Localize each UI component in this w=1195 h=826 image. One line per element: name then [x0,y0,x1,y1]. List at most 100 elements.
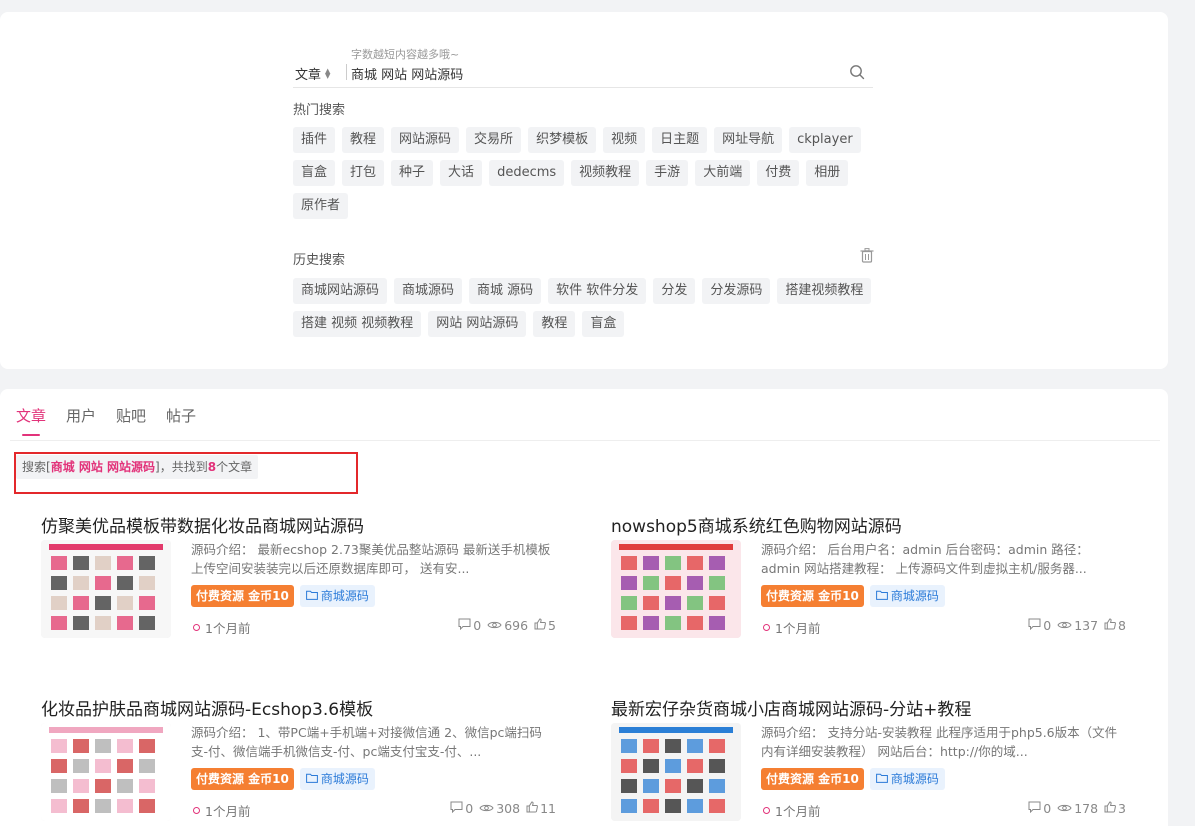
comments-stat: 0 [1028,618,1051,633]
post-card[interactable]: nowshop5商城系统红色购物网站源码源码介绍： 后台用户名：admin 后台… [611,512,1131,662]
time-dot-icon [193,624,200,631]
post-card[interactable]: 最新宏仔杂货商城小店商城网站源码-分站+教程 源码介绍： 支持分站-安装教程 此程… [611,695,1131,826]
history-tag[interactable]: 分发 [653,278,696,304]
hot-tag[interactable]: ckplayer [789,127,861,153]
hot-tag[interactable]: 手游 [646,160,689,186]
hot-tag[interactable]: dedecms [489,160,565,186]
post-excerpt: 源码介绍： 后台用户名：admin 后台密码：admin 路径：admin 网站… [761,542,1089,576]
likes-stat: 3 [1104,801,1126,816]
tab-3[interactable]: 帖子 [166,405,196,436]
comment-icon [1028,618,1041,633]
tab-1[interactable]: 用户 [66,405,96,436]
divider [346,64,347,80]
history-tag[interactable]: 分发源码 [702,278,771,304]
views-stat: 696 [487,618,528,633]
hot-tag[interactable]: 付费 [757,160,800,186]
paid-badge: 付费资源 金币10 [191,585,294,607]
hot-tag[interactable]: 交易所 [466,127,522,153]
thumbs-up-icon [534,618,546,633]
history-search-title: 历史搜索 [293,253,346,268]
post-excerpt: 源码介绍： 最新ecshop 2.73聚美优品整站源码 最新送手机模板 上传空间… [191,542,551,576]
hot-tag[interactable]: 织梦模板 [528,127,597,153]
category-badge[interactable]: 商城源码 [299,768,375,790]
likes-stat: 11 [526,801,556,816]
likes-count: 8 [1118,618,1126,633]
category-label: 商城源码 [890,589,939,603]
hot-tag[interactable]: 视频教程 [571,160,640,186]
hot-tag[interactable]: 打包 [342,160,385,186]
post-thumbnail[interactable] [41,540,171,638]
post-card[interactable]: 仿聚美优品模板带数据化妆品商城网站源码源码介绍： 最新ecshop 2.73聚美… [41,512,561,662]
history-tag[interactable]: 软件 软件分发 [548,278,647,304]
category-badge[interactable]: 商城源码 [869,768,945,790]
hot-tag[interactable]: 盲盒 [293,160,336,186]
paid-badge: 付费资源 金币10 [761,768,864,790]
post-time: 1个月前 [763,618,820,637]
history-tag[interactable]: 商城 源码 [469,278,542,304]
hot-tag[interactable]: 原作者 [293,193,349,219]
hot-tag[interactable]: 相册 [806,160,849,186]
hot-tag[interactable]: 网址导航 [714,127,783,153]
folder-icon [875,585,888,607]
post-thumbnail[interactable] [611,723,741,821]
thumbs-up-icon [1104,618,1116,633]
post-thumbnail[interactable] [41,723,171,821]
category-badge[interactable]: 商城源码 [299,585,375,607]
eye-icon [479,801,494,816]
post-stats: 0 696 5 [458,618,556,633]
views-stat: 308 [479,801,520,816]
category-label: 商城源码 [320,589,369,603]
post-title[interactable]: 最新宏仔杂货商城小店商城网站源码-分站+教程 [611,695,971,720]
eye-icon [1057,618,1072,633]
search-hint: 字数越短内容越多哦~ [351,48,460,61]
hot-tag[interactable]: 视频 [603,127,646,153]
search-bar: 文章 ▲ ▼ 字数越短内容越多哦~ 商城 网站 网站源码 [293,42,873,88]
category-badge[interactable]: 商城源码 [869,585,945,607]
views-count: 308 [496,801,521,816]
comment-icon [450,801,463,816]
post-title[interactable]: 仿聚美优品模板带数据化妆品商城网站源码 [41,512,364,537]
post-stats: 0 137 8 [1028,618,1126,633]
post-card[interactable]: 化妆品护肤品商城网站源码-Ecshop3.6模板 源码介绍： 1、带PC端+手机端… [41,695,561,826]
views-count: 696 [504,618,529,633]
category-label: 商城源码 [890,772,939,786]
post-badges: 付费资源 金币10 商城源码 [761,585,945,607]
search-input[interactable]: 商城 网站 网站源码 [351,64,463,83]
tab-0[interactable]: 文章 [16,405,46,436]
time-dot-icon [193,807,200,814]
post-thumbnail[interactable] [611,540,741,638]
time-dot-icon [763,807,770,814]
folder-icon [875,768,888,790]
likes-count: 11 [540,801,556,816]
hot-tag[interactable]: 大话 [440,160,483,186]
tabs-divider [10,440,1160,441]
hot-tag[interactable]: 种子 [391,160,434,186]
post-title[interactable]: 化妆品护肤品商城网站源码-Ecshop3.6模板 [41,695,373,720]
history-tag[interactable]: 盲盒 [582,311,625,337]
search-type-select[interactable]: 文章 ▲ ▼ [295,64,330,83]
history-tag[interactable]: 商城源码 [394,278,463,304]
hot-tag[interactable]: 教程 [342,127,385,153]
hot-tag[interactable]: 插件 [293,127,336,153]
comments-count: 0 [473,618,482,633]
post-title[interactable]: nowshop5商城系统红色购物网站源码 [611,512,902,537]
history-tag[interactable]: 搭建 视频 视频教程 [293,311,422,337]
history-tag[interactable]: 搭建视频教程 [777,278,872,304]
hot-tag[interactable]: 网站源码 [391,127,460,153]
paid-badge: 付费资源 金币10 [191,768,294,790]
eye-icon [487,618,502,633]
history-search-tags: 商城网站源码 商城源码 商城 源码 软件 软件分发 分发 分发源码 搭建视频教程搭建 视频 … [293,278,873,337]
trash-icon[interactable] [860,248,874,263]
hot-tag[interactable]: 日主题 [652,127,708,153]
tab-2[interactable]: 贴吧 [116,405,146,436]
comments-count: 0 [465,801,474,816]
post-time: 1个月前 [763,801,820,820]
search-icon[interactable] [849,64,865,80]
comments-stat: 0 [450,801,473,816]
history-tag[interactable]: 教程 [533,311,576,337]
history-tag[interactable]: 商城网站源码 [293,278,388,304]
hot-tag[interactable]: 大前端 [695,160,751,186]
views-stat: 178 [1057,801,1098,816]
time-label: 1个月前 [205,804,251,819]
history-tag[interactable]: 网站 网站源码 [428,311,527,337]
